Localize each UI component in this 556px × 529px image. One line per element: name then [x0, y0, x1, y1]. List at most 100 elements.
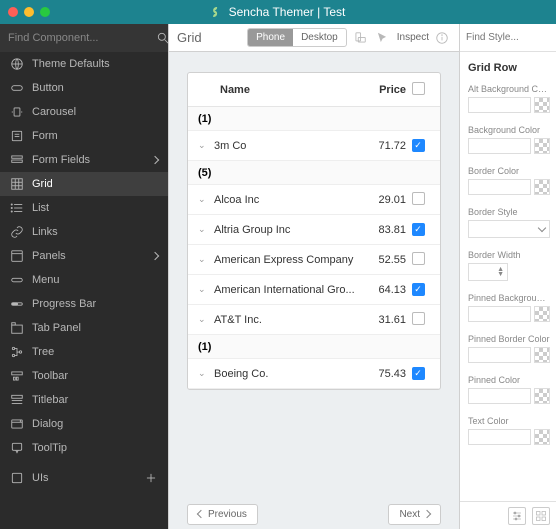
- sidebar-add-ui[interactable]: UIs: [0, 466, 168, 490]
- border-color-input[interactable]: [468, 179, 531, 195]
- sidebar-item-form[interactable]: Form: [0, 124, 168, 148]
- sidebar-item-button[interactable]: Button: [0, 76, 168, 100]
- expand-icon[interactable]: ⌄: [198, 194, 214, 205]
- color-swatch-icon[interactable]: [534, 138, 550, 154]
- sidebar-item-links[interactable]: Links: [0, 220, 168, 244]
- border-style-select[interactable]: [468, 220, 550, 238]
- table-row[interactable]: ⌄American International Gro...64.13: [188, 275, 440, 305]
- device-phone-button[interactable]: Phone: [248, 29, 293, 46]
- table-row[interactable]: ⌄AT&T Inc.31.61: [188, 305, 440, 335]
- cursor-icon[interactable]: [373, 29, 391, 47]
- color-swatch-icon[interactable]: [534, 347, 550, 363]
- grid-view-button[interactable]: [532, 507, 550, 525]
- expand-icon[interactable]: ⌄: [198, 224, 214, 235]
- chevron-right-icon: [423, 510, 431, 518]
- sidebar-item-carousel[interactable]: Carousel: [0, 100, 168, 124]
- rotate-icon[interactable]: [351, 29, 369, 47]
- color-swatch-icon[interactable]: [534, 429, 550, 445]
- cell-checkbox[interactable]: [406, 223, 430, 236]
- sidebar-item-titlebar[interactable]: Titlebar: [0, 388, 168, 412]
- sliders-view-button[interactable]: [508, 507, 526, 525]
- table-row[interactable]: ⌄Alcoa Inc29.01: [188, 185, 440, 215]
- table-row[interactable]: ⌄American Express Company52.55: [188, 245, 440, 275]
- color-swatch-icon[interactable]: [534, 388, 550, 404]
- sidebar-item-label: Form Fields: [32, 154, 144, 166]
- alt-bg-color-input[interactable]: [468, 97, 531, 113]
- color-swatch-icon[interactable]: [534, 179, 550, 195]
- text-color-input[interactable]: [468, 429, 531, 445]
- close-window-button[interactable]: [8, 7, 18, 17]
- sidebar-item-grid[interactable]: Grid: [0, 172, 168, 196]
- pinned-bg-color-input[interactable]: [468, 306, 531, 322]
- preview-toolbar: Grid Phone Desktop Inspect: [169, 24, 459, 52]
- sidebar-item-tree[interactable]: Tree: [0, 340, 168, 364]
- grid-preview: Name Price (1)⌄3m Co71.72(5)⌄Alcoa Inc29…: [187, 72, 441, 390]
- sidebar-item-tooltip[interactable]: ToolTip: [0, 436, 168, 460]
- cell-name: Boeing Co.: [214, 368, 356, 380]
- expand-icon[interactable]: ⌄: [198, 368, 214, 379]
- globe-icon: [10, 57, 24, 71]
- style-search-input[interactable]: [466, 32, 552, 43]
- cell-checkbox[interactable]: [406, 283, 430, 296]
- next-button[interactable]: Next: [388, 504, 441, 525]
- cell-price: 52.55: [356, 254, 406, 266]
- sidebar-item-form-fields[interactable]: Form Fields: [0, 148, 168, 172]
- pinned-color-input[interactable]: [468, 388, 531, 404]
- sidebar-item-dialog[interactable]: Dialog: [0, 412, 168, 436]
- sidebar-item-label: Panels: [32, 250, 144, 262]
- border-width-stepper[interactable]: ▲▼: [468, 263, 508, 281]
- tab-panel-icon: [10, 321, 24, 335]
- grid-group-header[interactable]: (1): [188, 107, 440, 131]
- sidebar-item-theme-defaults[interactable]: Theme Defaults: [0, 52, 168, 76]
- column-header-check[interactable]: [406, 82, 430, 98]
- component-nav: Theme Defaults Button CarouselForm Form Fie…: [0, 52, 168, 529]
- sidebar-item-label: UIs: [32, 472, 136, 484]
- cell-checkbox[interactable]: [406, 367, 430, 380]
- table-row[interactable]: ⌄Altria Group Inc83.81: [188, 215, 440, 245]
- chevron-left-icon: [197, 510, 205, 518]
- prop-label: Border Color: [468, 166, 550, 176]
- pinned-border-color-input[interactable]: [468, 347, 531, 363]
- zoom-window-button[interactable]: [40, 7, 50, 17]
- cell-checkbox[interactable]: [406, 252, 430, 268]
- expand-icon[interactable]: ⌄: [198, 284, 214, 295]
- sidebar-item-panels[interactable]: Panels: [0, 244, 168, 268]
- info-icon[interactable]: [433, 29, 451, 47]
- grid-group-header[interactable]: (5): [188, 161, 440, 185]
- cell-checkbox[interactable]: [406, 139, 430, 152]
- ui-icon: [10, 471, 24, 485]
- cell-price: 64.13: [356, 284, 406, 296]
- sidebar-item-menu[interactable]: Menu: [0, 268, 168, 292]
- sidebar-item-label: Tree: [32, 346, 158, 358]
- bg-color-input[interactable]: [468, 138, 531, 154]
- minimize-window-button[interactable]: [24, 7, 34, 17]
- expand-icon[interactable]: ⌄: [198, 254, 214, 265]
- chevron-right-icon: [151, 156, 159, 164]
- cell-price: 83.81: [356, 224, 406, 236]
- properties-section-title: Grid Row: [460, 52, 556, 80]
- expand-icon[interactable]: ⌄: [198, 314, 214, 325]
- cell-price: 31.61: [356, 314, 406, 326]
- previous-button[interactable]: Previous: [187, 504, 258, 525]
- table-row[interactable]: ⌄3m Co71.72: [188, 131, 440, 161]
- component-search-input[interactable]: [8, 32, 150, 44]
- sidebar-item-list[interactable]: List: [0, 196, 168, 220]
- table-row[interactable]: ⌄Boeing Co.75.43: [188, 359, 440, 389]
- sidebar-item-label: Button: [32, 82, 158, 94]
- prop-label: Pinned Background Color: [468, 293, 550, 303]
- sidebar-item-toolbar[interactable]: Toolbar: [0, 364, 168, 388]
- sidebar-item-progress-bar[interactable]: Progress Bar: [0, 292, 168, 316]
- device-desktop-button[interactable]: Desktop: [293, 29, 346, 46]
- column-header-name[interactable]: Name: [198, 84, 356, 96]
- cell-price: 75.43: [356, 368, 406, 380]
- color-swatch-icon[interactable]: [534, 97, 550, 113]
- preview-panel: Grid Phone Desktop Inspect Name Price: [168, 24, 460, 529]
- column-header-price[interactable]: Price: [356, 84, 406, 96]
- color-swatch-icon[interactable]: [534, 306, 550, 322]
- grid-group-header[interactable]: (1): [188, 335, 440, 359]
- sidebar-item-tab-panel[interactable]: Tab Panel: [0, 316, 168, 340]
- expand-icon[interactable]: ⌄: [198, 140, 214, 151]
- cell-checkbox[interactable]: [406, 192, 430, 208]
- sidebar-item-label: Titlebar: [32, 394, 158, 406]
- cell-checkbox[interactable]: [406, 312, 430, 328]
